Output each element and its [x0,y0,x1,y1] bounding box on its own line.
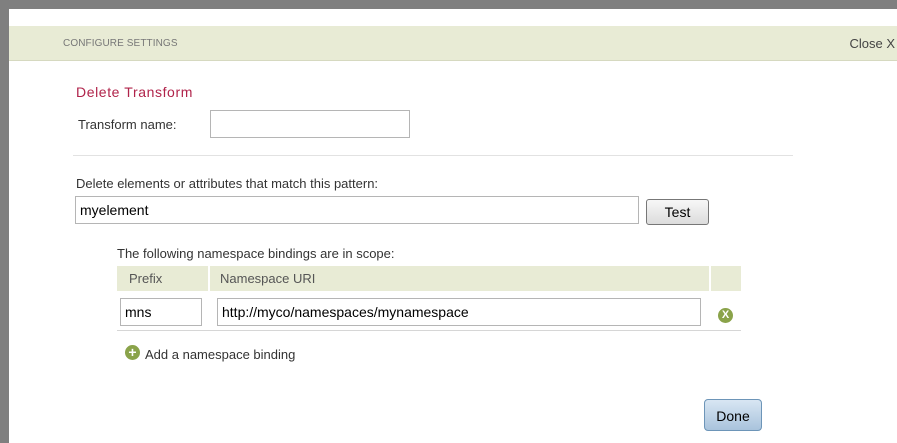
transform-name-label: Transform name: [78,117,177,132]
namespace-table-header: Prefix Namespace URI [117,266,741,291]
window-left-border [0,0,9,443]
add-namespace-binding-link[interactable]: Add a namespace binding [145,347,295,362]
add-icon[interactable]: + [125,345,140,360]
test-button[interactable]: Test [646,199,709,225]
configure-settings-dialog: CONFIGURE SETTINGS Close X Delete Transf… [9,9,897,443]
column-separator [709,266,711,291]
table-row [117,291,741,331]
remove-binding-icon[interactable]: X [718,308,733,323]
section-title: Delete Transform [76,84,193,100]
namespace-uri-input[interactable] [217,298,701,326]
window-top-border [0,0,897,9]
divider [73,155,793,156]
pattern-input[interactable] [75,196,639,224]
dialog-title: CONFIGURE SETTINGS [63,38,178,49]
done-button[interactable]: Done [704,399,762,431]
prefix-input[interactable] [120,298,202,326]
column-header-prefix: Prefix [129,271,163,286]
close-button[interactable]: Close X [849,36,895,51]
column-header-namespace-uri: Namespace URI [220,271,316,286]
transform-name-input[interactable] [210,110,410,138]
dialog-header: CONFIGURE SETTINGS Close X [9,26,897,61]
namespace-intro: The following namespace bindings are in … [117,246,395,261]
column-separator [208,266,210,291]
pattern-label: Delete elements or attributes that match… [76,176,379,191]
